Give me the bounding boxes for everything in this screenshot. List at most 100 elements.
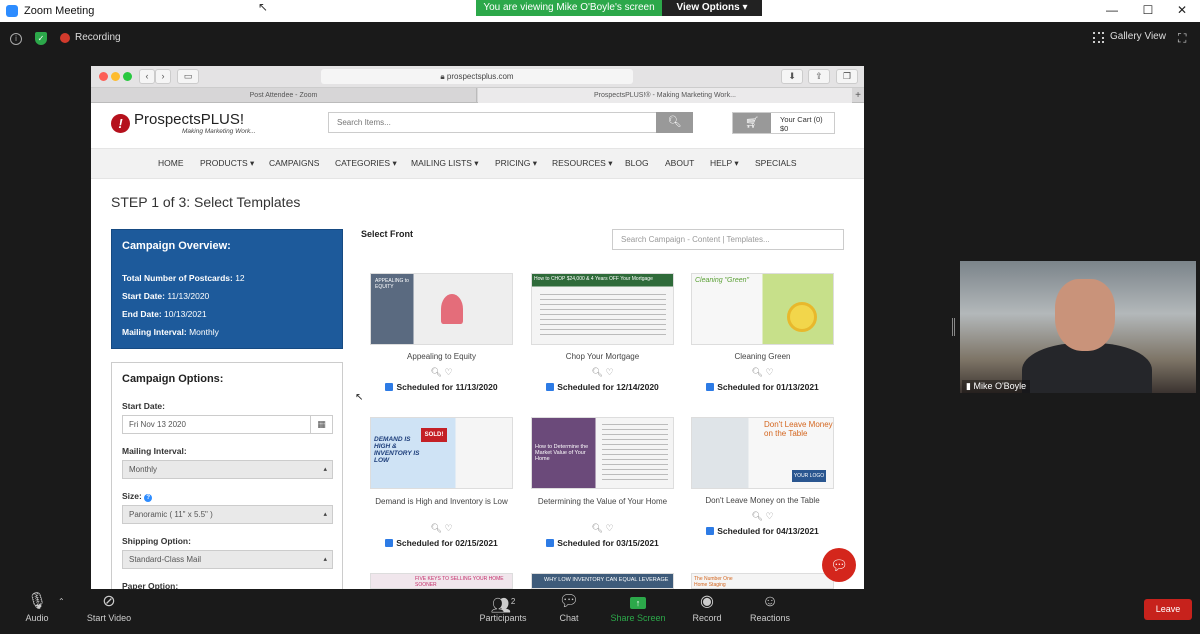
participants-icon: 👥︎2 bbox=[490, 597, 516, 615]
size-select[interactable]: Panoramic ( 11" x 5.5" ) ▴ bbox=[122, 505, 333, 524]
nav-mailing-lists[interactable]: MAILING LISTS ▾ bbox=[411, 158, 479, 169]
browser-minimize-icon[interactable] bbox=[111, 72, 120, 81]
template-thumbnail[interactable]: Cleaning "Green" bbox=[691, 273, 834, 345]
template-card[interactable]: Don't Leave Money on the Table YOUR LOGO… bbox=[691, 417, 836, 547]
template-thumbnail[interactable]: Don't Leave Money on the Table YOUR LOGO bbox=[691, 417, 834, 489]
zoom-icon[interactable]: 🔍︎ bbox=[430, 367, 441, 377]
start-date-field[interactable]: Fri Nov 13 2020 ▦ bbox=[122, 415, 333, 434]
tab-prospectsplus[interactable]: ProspectsPLUS!® - Making Marketing Work.… bbox=[478, 88, 852, 103]
heart-icon[interactable]: ♡ bbox=[605, 367, 613, 377]
tabs-overview-icon[interactable]: ❐ bbox=[836, 69, 858, 84]
template-card[interactable]: How to CHOP $24,000 & 4 Years OFF Your M… bbox=[531, 273, 676, 403]
overview-row: End Date: 10/13/2021 bbox=[122, 309, 207, 319]
zoom-icon[interactable]: 🔍︎ bbox=[591, 523, 602, 533]
nav-pricing[interactable]: PRICING ▾ bbox=[495, 158, 537, 169]
site-logo[interactable]: ! ProspectsPLUS! Making Marketing Work..… bbox=[111, 111, 256, 135]
schedule-checkbox[interactable]: Scheduled for 01/13/2021 bbox=[691, 382, 834, 392]
maximize-button[interactable]: ☐ bbox=[1138, 3, 1158, 17]
template-thumbnail[interactable]: How to Determine the Market Value of You… bbox=[531, 417, 674, 489]
browser-zoom-icon[interactable] bbox=[123, 72, 132, 81]
fullscreen-icon[interactable]: ⛶ bbox=[1178, 31, 1186, 46]
audio-options-chevron-icon[interactable]: ⌃ bbox=[58, 597, 65, 606]
nav-home[interactable]: HOME bbox=[158, 158, 184, 168]
participants-count: 2 bbox=[510, 597, 516, 606]
options-title: Campaign Options: bbox=[122, 373, 224, 385]
heart-icon[interactable]: ♡ bbox=[444, 367, 452, 377]
zoom-icon[interactable]: 🔍︎ bbox=[430, 523, 441, 533]
browser-close-icon[interactable] bbox=[99, 72, 108, 81]
template-thumbnail[interactable]: How to CHOP $24,000 & 4 Years OFF Your M… bbox=[531, 273, 674, 345]
template-card-partial[interactable]: FIVE KEYS TO SELLING YOUR HOME SOONER bbox=[370, 573, 513, 589]
schedule-checkbox[interactable]: Scheduled for 04/13/2021 bbox=[691, 526, 834, 536]
heart-icon[interactable]: ♡ bbox=[444, 523, 452, 533]
reactions-button[interactable]: ☺ Reactions bbox=[735, 591, 805, 623]
participant-video[interactable]: ▮ Mike O'Boyle bbox=[960, 261, 1196, 393]
site-search-input[interactable] bbox=[329, 113, 657, 132]
download-icon[interactable]: ⬇ bbox=[781, 69, 803, 84]
live-chat-button[interactable]: 💬︎ bbox=[822, 548, 856, 582]
campaign-overview-panel: Campaign Overview: Total Number of Postc… bbox=[111, 229, 343, 349]
schedule-checkbox[interactable]: Scheduled for 02/15/2021 bbox=[370, 538, 513, 548]
help-icon[interactable]: ? bbox=[144, 494, 153, 502]
chat-button[interactable]: 💬︎ Chat bbox=[534, 591, 604, 623]
viewing-label: You are viewing Mike O'Boyle's screen bbox=[476, 0, 662, 16]
mailing-interval-select[interactable]: Monthly ▴ bbox=[122, 460, 333, 479]
back-button[interactable]: ‹ bbox=[139, 69, 155, 84]
nav-resources[interactable]: RESOURCES ▾ bbox=[552, 158, 612, 169]
close-button[interactable]: ✕ bbox=[1172, 3, 1192, 17]
template-thumbnail[interactable]: DEMAND IS HIGH & INVENTORY IS LOW SOLD! bbox=[370, 417, 513, 489]
share-screen-button[interactable]: ↑ Share Screen bbox=[603, 591, 673, 623]
start-video-button[interactable]: ⊘ Start Video bbox=[74, 591, 144, 623]
heart-icon[interactable]: ♡ bbox=[765, 511, 773, 521]
resize-handle[interactable] bbox=[952, 318, 955, 336]
share-icon[interactable]: ⇪ bbox=[808, 69, 830, 84]
info-icon[interactable]: i bbox=[10, 33, 22, 45]
template-card[interactable]: How to Determine the Market Value of You… bbox=[531, 417, 676, 548]
zoom-icon[interactable]: 🔍︎ bbox=[751, 367, 762, 377]
search-button[interactable]: 🔍︎ bbox=[656, 112, 693, 133]
schedule-checkbox[interactable]: Scheduled for 03/15/2021 bbox=[531, 538, 674, 548]
nav-campaigns[interactable]: CAMPAIGNS bbox=[269, 158, 319, 168]
zoom-icon[interactable]: 🔍︎ bbox=[591, 367, 602, 377]
recording-dot-icon bbox=[60, 33, 70, 43]
minimize-button[interactable]: — bbox=[1102, 3, 1122, 17]
sidebar-toggle-icon[interactable]: ▭ bbox=[177, 69, 199, 84]
nav-products[interactable]: PRODUCTS ▾ bbox=[200, 158, 254, 169]
record-button[interactable]: ◉ Record bbox=[672, 591, 742, 623]
heart-icon[interactable]: ♡ bbox=[605, 523, 613, 533]
cart-button[interactable]: 🛒︎ Your Cart (0) $0 bbox=[732, 112, 835, 134]
template-card[interactable]: APPEALING to EQUITY Appealing to Equity … bbox=[370, 273, 515, 403]
template-search-input[interactable]: Search Campaign - Content | Templates... bbox=[612, 229, 844, 250]
schedule-checkbox[interactable]: Scheduled for 12/14/2020 bbox=[531, 382, 674, 392]
heart-icon[interactable]: ♡ bbox=[765, 367, 773, 377]
nav-help[interactable]: HELP ▾ bbox=[710, 158, 739, 169]
view-options-button[interactable]: View Options ▾ bbox=[662, 0, 762, 16]
shipping-option-label: Shipping Option: bbox=[122, 536, 191, 546]
template-card[interactable]: DEMAND IS HIGH & INVENTORY IS LOW SOLD! … bbox=[370, 417, 515, 548]
gallery-view-button[interactable]: Gallery View bbox=[1110, 31, 1166, 42]
forward-button[interactable]: › bbox=[155, 69, 171, 84]
template-card-partial[interactable]: The Number One Home Staging Mistake bbox=[691, 573, 834, 589]
nav-blog[interactable]: BLOG bbox=[625, 158, 649, 168]
schedule-checkbox[interactable]: Scheduled for 11/13/2020 bbox=[370, 382, 513, 392]
security-shield-icon[interactable]: ✓ bbox=[35, 32, 47, 45]
tab-post-attendee[interactable]: Post Attendee - Zoom bbox=[91, 88, 477, 103]
template-thumbnail[interactable]: APPEALING to EQUITY bbox=[370, 273, 513, 345]
zoom-logo-icon bbox=[6, 5, 18, 17]
schedule-label: Scheduled for 03/15/2021 bbox=[557, 538, 659, 548]
recording-label[interactable]: Recording bbox=[75, 32, 121, 43]
template-card-partial[interactable]: WHY LOW INVENTORY CAN EQUAL LEVERAGE bbox=[531, 573, 674, 589]
address-bar[interactable]: 🔒︎ prospectsplus.com bbox=[321, 69, 633, 84]
shipping-option-select[interactable]: Standard-Class Mail ▴ bbox=[122, 550, 333, 569]
mouse-cursor-icon: ↖ bbox=[258, 0, 269, 14]
new-tab-button[interactable]: + bbox=[852, 88, 864, 103]
nav-about[interactable]: ABOUT bbox=[665, 158, 694, 168]
nav-categories[interactable]: CATEGORIES ▾ bbox=[335, 158, 397, 169]
template-card[interactable]: Cleaning "Green" Cleaning Green 🔍︎ ♡ Sch… bbox=[691, 273, 836, 403]
nav-specials[interactable]: SPECIALS bbox=[755, 158, 797, 168]
calendar-icon[interactable]: ▦ bbox=[310, 416, 332, 433]
participants-button[interactable]: 👥︎2 Participants bbox=[468, 591, 538, 623]
leave-button[interactable]: Leave bbox=[1144, 599, 1192, 620]
zoom-icon[interactable]: 🔍︎ bbox=[751, 511, 762, 521]
audio-button[interactable]: 🎙︎ Audio bbox=[2, 591, 72, 623]
